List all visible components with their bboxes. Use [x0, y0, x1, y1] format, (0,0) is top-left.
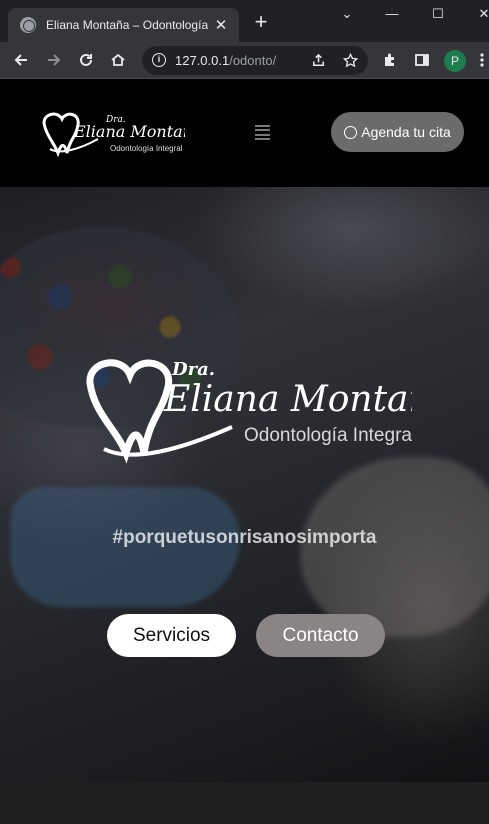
svg-text:Eliana Montaña: Eliana Montaña: [73, 122, 185, 141]
url-text: 127.0.0.1/odonto/: [175, 53, 276, 68]
hero-hashtag: #porquetusonrisanosimporta: [112, 527, 377, 548]
address-bar[interactable]: i 127.0.0.1/odonto/: [142, 46, 368, 75]
info-icon[interactable]: i: [152, 53, 166, 67]
tab-search-icon[interactable]: ⌄: [337, 6, 357, 22]
back-icon[interactable]: [11, 50, 31, 70]
hero-overlay: [0, 187, 489, 782]
url-host: 127.0.0.1: [175, 53, 230, 68]
maximize-button[interactable]: ☐: [428, 6, 448, 22]
reload-icon[interactable]: [76, 50, 96, 70]
site-logo[interactable]: Dra. Eliana Montaña Odontología Integral: [40, 109, 203, 159]
star-icon[interactable]: [340, 50, 360, 70]
tooth-logo-large-icon: Dra. Eliana Montaña Odontología Integral: [86, 359, 453, 464]
forward-icon[interactable]: [44, 50, 64, 70]
browser-tabbar: Eliana Montaña – Odontología ✕ + ⌄ — ☐ ✕: [0, 0, 489, 42]
tab-close-icon[interactable]: ✕: [213, 16, 229, 34]
home-icon[interactable]: [108, 50, 128, 70]
hero-logo: Dra. Eliana Montaña Odontología Integral: [82, 353, 453, 465]
next-section: [0, 782, 489, 824]
svg-text:Odontología Integral: Odontología Integral: [244, 425, 412, 446]
browser-toolbar: i 127.0.0.1/odonto/ P: [0, 42, 489, 79]
menu-toggle-icon[interactable]: [255, 125, 270, 140]
sidepanel-icon[interactable]: [412, 50, 432, 70]
extensions-icon[interactable]: [380, 50, 400, 70]
services-button[interactable]: Servicios: [107, 614, 236, 657]
new-tab-button[interactable]: +: [251, 11, 271, 33]
minimize-button[interactable]: —: [382, 6, 402, 21]
svg-text:Dra.: Dra.: [171, 359, 215, 380]
browser-tab[interactable]: Eliana Montaña – Odontología ✕: [8, 8, 239, 42]
globe-icon: [20, 17, 36, 33]
whatsapp-icon: [344, 125, 358, 139]
svg-text:Eliana Montaña: Eliana Montaña: [163, 379, 412, 420]
url-path: /odonto/: [229, 53, 277, 68]
share-icon[interactable]: [308, 50, 328, 70]
menu-dots-icon[interactable]: [476, 50, 488, 70]
book-appointment-button[interactable]: Agenda tu cita: [331, 112, 464, 152]
svg-text:Odontología Integral: Odontología Integral: [110, 144, 183, 153]
close-window-button[interactable]: ✕: [474, 6, 489, 22]
contact-button[interactable]: Contacto: [256, 614, 385, 657]
profile-avatar[interactable]: P: [444, 50, 466, 72]
tab-title: Eliana Montaña – Odontología: [46, 18, 209, 32]
tooth-logo-icon: Dra. Eliana Montaña Odontología Integral: [42, 112, 203, 158]
hero-section: [0, 187, 489, 782]
cta-label: Agenda tu cita: [361, 124, 451, 140]
